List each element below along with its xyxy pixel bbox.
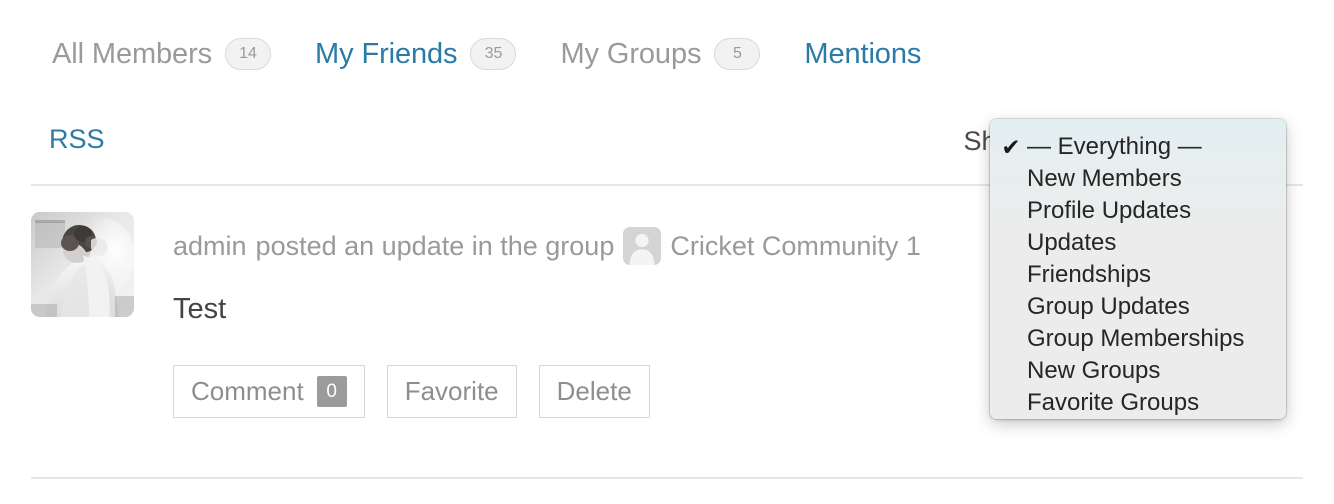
dropdown-option-label: Group Memberships <box>1027 325 1244 352</box>
favorite-button[interactable]: Favorite <box>387 365 517 418</box>
dropdown-option-label: — Everything — <box>1027 133 1202 160</box>
avatar[interactable] <box>31 212 134 317</box>
comment-button-label: Comment <box>191 376 304 407</box>
mystery-person-icon <box>623 227 661 265</box>
dropdown-option-label: Friendships <box>1027 261 1151 288</box>
divider-bottom <box>31 477 1303 479</box>
checkmark-icon: ✔ <box>999 131 1023 163</box>
dropdown-option[interactable]: New Members <box>990 163 1286 195</box>
tab-label: Mentions <box>804 38 921 71</box>
rss-link[interactable]: RSS <box>49 124 105 155</box>
dropdown-option-label: Group Updates <box>1027 293 1190 320</box>
delete-button[interactable]: Delete <box>539 365 650 418</box>
tab-count-badge: 35 <box>470 38 516 70</box>
dropdown-option[interactable]: Group Updates <box>990 291 1286 323</box>
dropdown-option[interactable]: Group Memberships <box>990 323 1286 355</box>
tab-label: My Friends <box>315 38 457 71</box>
page-root: All Members 14 My Friends 35 My Groups 5 Menti… <box>0 0 1334 504</box>
comment-count-badge: 0 <box>317 376 347 407</box>
dropdown-option[interactable]: Friendships <box>990 259 1286 291</box>
dropdown-option[interactable]: Favorite Groups <box>990 387 1286 419</box>
dropdown-option[interactable]: ✔— Everything — <box>990 131 1286 163</box>
tab-count-badge: 14 <box>225 38 271 70</box>
dropdown-option-label: Profile Updates <box>1027 197 1191 224</box>
dropdown-option-label: Updates <box>1027 229 1116 256</box>
activity-group-link[interactable]: Cricket Community 1 <box>670 230 921 262</box>
comment-button[interactable]: Comment 0 <box>173 365 365 418</box>
dropdown-option[interactable]: Profile Updates <box>990 195 1286 227</box>
tab-label: My Groups <box>560 38 701 71</box>
dropdown-option-label: Favorite Groups <box>1027 389 1199 416</box>
dropdown-option-label: New Groups <box>1027 357 1160 384</box>
dropdown-option[interactable]: New Groups <box>990 355 1286 387</box>
tab-count-badge: 5 <box>714 38 760 70</box>
tab-my-groups[interactable]: My Groups 5 <box>560 38 760 71</box>
activity-action-text: posted an update in the group <box>256 230 615 262</box>
activity-actor-link[interactable]: admin <box>173 230 247 262</box>
tab-mentions[interactable]: Mentions <box>804 38 921 71</box>
tab-all-members[interactable]: All Members 14 <box>52 38 271 71</box>
dropdown-option[interactable]: Updates <box>990 227 1286 259</box>
dropdown-option-label: New Members <box>1027 165 1182 192</box>
activity-filter-dropdown-menu[interactable]: ✔— Everything —New MembersProfile Update… <box>990 119 1286 419</box>
group-avatar-placeholder-icon[interactable] <box>623 227 661 265</box>
tab-my-friends[interactable]: My Friends 35 <box>315 38 516 71</box>
activity-tabs: All Members 14 My Friends 35 My Groups 5 Menti… <box>52 30 921 78</box>
tab-label: All Members <box>52 38 212 71</box>
avatar-photo-bride <box>31 212 134 317</box>
